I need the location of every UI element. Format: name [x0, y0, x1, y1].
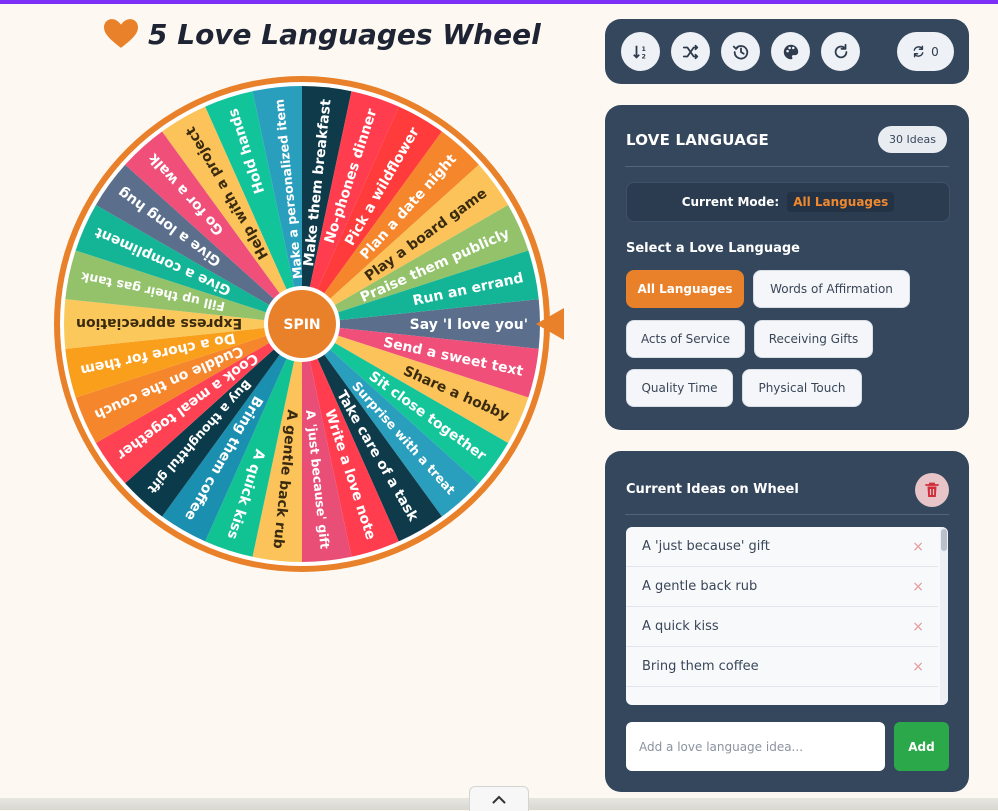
heart-icon	[104, 19, 138, 48]
palette-button[interactable]	[771, 32, 810, 71]
ideas-divider	[625, 514, 949, 515]
palette-icon	[783, 44, 798, 59]
ideas-count-badge: 30 Ideas	[878, 126, 947, 153]
list-item: A 'just because' gift ×	[626, 527, 938, 567]
idea-label: A 'just because' gift	[642, 539, 770, 554]
idea-label: Bring them coffee	[642, 659, 759, 674]
language-option-acts-of-service[interactable]: Acts of Service	[626, 320, 745, 358]
language-option-words-of-affirmation[interactable]: Words of Affirmation	[753, 270, 910, 308]
idea-label: A quick kiss	[642, 619, 719, 634]
love-language-panel: LOVE LANGUAGE 30 Ideas Current Mode: All…	[605, 105, 969, 430]
wheel-toolbar: 1 2 0	[605, 19, 969, 84]
remove-idea-icon[interactable]: ×	[912, 659, 924, 675]
history-icon	[732, 44, 748, 59]
page-title: 5 Love Languages Wheel	[148, 17, 541, 51]
ideas-scrollbar[interactable]	[940, 527, 948, 705]
idea-label: A gentle back rub	[642, 579, 758, 594]
redo-icon	[834, 43, 847, 58]
current-mode-box: Current Mode: All Languages	[626, 182, 950, 222]
wheel-segment-label: Say 'I love you'	[410, 317, 528, 333]
wheel-pointer-icon	[536, 308, 564, 340]
love-languages-wheel[interactable]: Say 'I love you'Send a sweet textShare a…	[52, 74, 552, 574]
love-language-title: LOVE LANGUAGE	[626, 131, 769, 149]
language-option-all[interactable]: All Languages	[626, 270, 744, 308]
list-item: Bring them coffee ×	[626, 647, 938, 687]
wheel-segment-label: Express appreciation	[76, 315, 242, 331]
shuffle-icon	[682, 44, 698, 59]
panel-divider	[625, 166, 949, 167]
trash-icon	[925, 482, 939, 497]
history-button[interactable]	[721, 32, 760, 71]
sort-button[interactable]: 1 2	[621, 32, 660, 71]
language-option-quality-time[interactable]: Quality Time	[626, 369, 733, 407]
spin-button[interactable]: SPIN	[264, 286, 340, 362]
ideas-list[interactable]: A 'just because' gift × A gentle back ru…	[626, 527, 948, 705]
remove-idea-icon[interactable]: ×	[912, 579, 924, 595]
select-language-label: Select a Love Language	[626, 241, 800, 256]
list-item: A gentle back rub ×	[626, 567, 938, 607]
current-ideas-title: Current Ideas on Wheel	[626, 482, 799, 497]
current-ideas-panel: Current Ideas on Wheel A 'just because' …	[605, 451, 969, 792]
remove-idea-icon[interactable]: ×	[912, 619, 924, 635]
sort-numeric-icon: 1 2	[632, 45, 645, 60]
list-item: A quick kiss ×	[626, 607, 938, 647]
svg-text:1: 1	[641, 46, 645, 53]
ideas-scrollbar-thumb[interactable]	[941, 529, 947, 551]
page-header: 5 Love Languages Wheel	[104, 14, 541, 54]
language-option-receiving-gifts[interactable]: Receiving Gifts	[754, 320, 873, 358]
chevron-up-icon	[492, 795, 506, 803]
svg-text:2: 2	[641, 53, 645, 60]
collapse-panel-button[interactable]	[469, 786, 529, 811]
remove-idea-icon[interactable]: ×	[912, 539, 924, 555]
sync-icon	[913, 45, 924, 58]
shuffle-button[interactable]	[671, 32, 710, 71]
spin-count-value: 0	[931, 44, 939, 59]
spin-button-label[interactable]: SPIN	[283, 317, 320, 333]
current-mode-label: Current Mode:	[681, 195, 780, 209]
language-option-physical-touch[interactable]: Physical Touch	[742, 369, 862, 407]
top-accent-strip	[0, 0, 998, 4]
add-idea-button[interactable]: Add	[894, 722, 949, 771]
reset-button[interactable]	[821, 32, 860, 71]
clear-ideas-button[interactable]	[915, 473, 949, 507]
spin-counter[interactable]: 0	[897, 32, 954, 71]
add-idea-input[interactable]	[626, 722, 885, 771]
current-mode-value: All Languages	[787, 192, 895, 212]
